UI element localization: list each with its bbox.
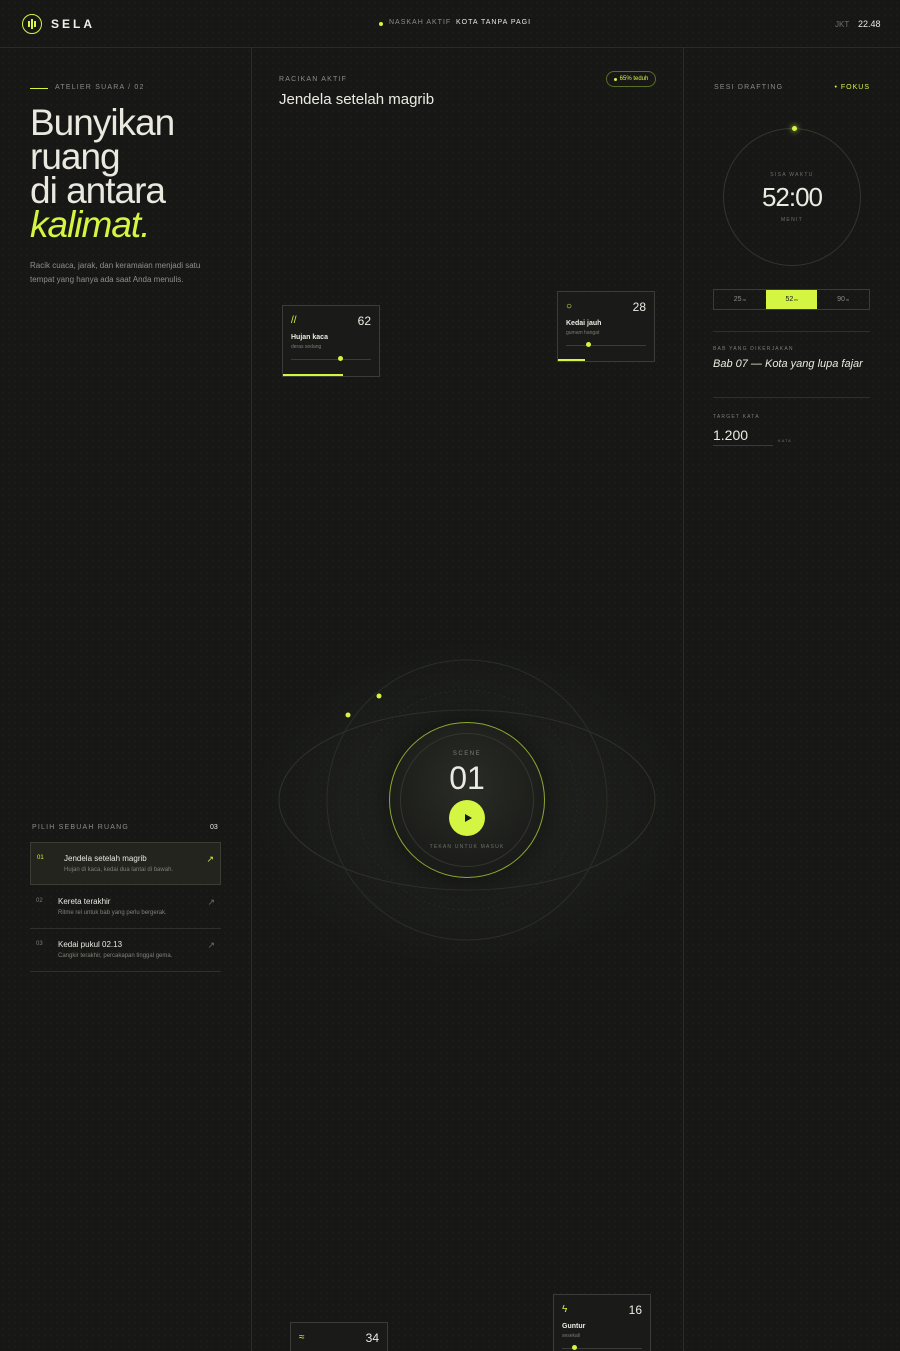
room-description: Cangkir terakhir, percakapan tinggal gem… <box>58 953 173 959</box>
arrow-up-right-icon: ↗ <box>207 940 215 950</box>
room-name: Kedai pukul 02.13 <box>58 940 123 949</box>
duration-unit: m <box>845 297 850 302</box>
divider <box>713 397 870 398</box>
timer-value: 52:00 <box>761 182 823 212</box>
eyebrow: ATELIER SUARA / 02 <box>55 84 145 91</box>
divider <box>713 331 870 332</box>
sound-card-hujan[interactable]: // 62 Hujan kaca deras sedang <box>282 305 380 377</box>
room-description: Hujan di kaca, kedai dua lantai di bawah… <box>64 867 174 873</box>
volume-slider-track[interactable] <box>291 359 371 360</box>
sound-name: Hujan kaca <box>291 334 328 341</box>
clock-time: 22.48 <box>858 19 881 29</box>
duration-value: 90 <box>837 296 845 303</box>
room-description: Ritme rel untuk bab yang perlu bergerak. <box>58 910 167 916</box>
scene-hint: TEKAN UNTUK MASUK <box>429 844 505 850</box>
shade-badge: 65% teduh <box>606 71 656 87</box>
arrow-up-right-icon: ↗ <box>207 897 215 907</box>
orbit-dot-icon <box>345 712 351 718</box>
active-script-name[interactable]: KOTA TANPA PAGI <box>456 19 531 26</box>
room-name: Kereta terakhir <box>58 897 111 906</box>
scene-number: 01 <box>449 760 485 796</box>
sound-name: Guntur <box>562 1323 586 1330</box>
brand-name[interactable]: SELA <box>51 17 95 31</box>
headline-line: ruang <box>30 136 121 177</box>
sound-level-value: 34 <box>365 1331 379 1345</box>
play-icon <box>464 814 472 822</box>
sound-level-value: 16 <box>628 1303 642 1317</box>
focus-mode-toggle[interactable]: • FOKUS <box>834 84 870 91</box>
sound-level-value: 62 <box>357 314 371 328</box>
rooms-heading: PILIH SEBUAH RUANG <box>32 824 130 831</box>
rain-icon: // <box>291 315 297 326</box>
room-number: 03 <box>36 941 43 947</box>
room-number: 01 <box>37 855 44 861</box>
city-code: JKT <box>835 20 850 29</box>
duration-option-52[interactable]: 52 m <box>765 290 818 309</box>
top-bar: SELA NASKAH AKTIF KOTA TANPA PAGI JKT 22… <box>0 0 900 48</box>
lightning-icon: ϟ <box>562 1304 568 1315</box>
room-item-kereta[interactable]: 02 Kereta terakhir Ritme rel untuk bab y… <box>30 886 221 929</box>
sound-card-wind[interactable]: ≈ 34 <box>290 1322 388 1351</box>
arrow-up-right-icon: ↗ <box>206 854 214 864</box>
scene-label: SCENE <box>452 751 482 757</box>
duration-option-90[interactable]: 90 m <box>817 290 869 309</box>
mix-label: RACIKAN AKTIF <box>279 76 348 83</box>
volume-slider-handle[interactable] <box>572 1345 578 1350</box>
duration-selector: 25 m 52 m 90 m <box>713 289 870 310</box>
room-name: Jendela setelah magrib <box>64 854 147 863</box>
volume-slider-track[interactable] <box>566 345 646 346</box>
input-underline <box>713 445 773 446</box>
level-bar <box>558 359 585 361</box>
word-target-unit: KATA <box>778 438 792 443</box>
timer-progress-dot-icon <box>792 126 797 131</box>
active-script-label: NASKAH AKTIF <box>389 19 452 26</box>
intro-text: Racik cuaca, jarak, dan keramaian menjad… <box>30 261 201 284</box>
mix-title: Jendela setelah magrib <box>279 91 435 108</box>
logo-waveform-icon[interactable] <box>22 14 42 34</box>
room-item-kedai[interactable]: 03 Kedai pukul 02.13 Cangkir terakhir, p… <box>30 929 221 972</box>
sound-level-value: 28 <box>632 300 646 314</box>
word-target-input[interactable]: 1.200 <box>713 427 748 443</box>
sound-card-guntur[interactable]: ϟ 16 Guntur sesekali <box>553 1294 651 1351</box>
room-number: 02 <box>36 898 43 904</box>
session-label: SESI DRAFTING <box>714 84 784 91</box>
sound-card-kedai[interactable]: ○ 28 Kedai jauh gumam hangat <box>557 291 655 362</box>
duration-value: 52 <box>785 296 794 303</box>
headline-line: di antara <box>30 170 166 211</box>
eyebrow-rule <box>30 88 48 89</box>
headline-line: Bunyikan <box>30 102 175 143</box>
duration-option-25[interactable]: 25 m <box>714 290 766 309</box>
chapter-label: BAB YANG DIKERJAKAN <box>713 346 794 352</box>
rooms-count: 03 <box>210 824 218 831</box>
duration-unit: m <box>794 297 798 302</box>
badge-dot-icon <box>613 77 617 81</box>
orbit-dot-icon <box>376 693 382 699</box>
timer-unit: MENIT <box>780 217 804 223</box>
timer-caption: SISA WAKTU <box>770 172 814 178</box>
chapter-title[interactable]: Bab 07 — Kota yang lupa fajar <box>713 358 863 370</box>
volume-slider-handle[interactable] <box>338 356 344 361</box>
wave-icon: ≈ <box>299 1332 305 1343</box>
volume-slider-handle[interactable] <box>585 342 591 347</box>
hero-headline: Bunyikan ruang di antara kalimat. <box>30 102 175 245</box>
level-bar <box>283 374 343 376</box>
duration-value: 25 <box>733 296 742 303</box>
sound-subtitle: deras sedang <box>291 344 322 350</box>
room-item-jendela[interactable]: 01 Jendela setelah magrib Hujan di kaca,… <box>30 842 221 885</box>
duration-unit: m <box>742 297 746 302</box>
circle-icon: ○ <box>566 301 573 312</box>
sound-name: Kedai jauh <box>566 320 602 327</box>
headline-emphasis: kalimat. <box>30 204 150 245</box>
badge-text: 65% teduh <box>619 76 649 82</box>
sound-subtitle: gumam hangat <box>566 330 600 336</box>
status-dot-icon <box>379 22 383 26</box>
word-target-label: TARGET KATA <box>713 414 760 420</box>
sound-subtitle: sesekali <box>562 1333 581 1339</box>
play-button[interactable] <box>449 800 485 836</box>
